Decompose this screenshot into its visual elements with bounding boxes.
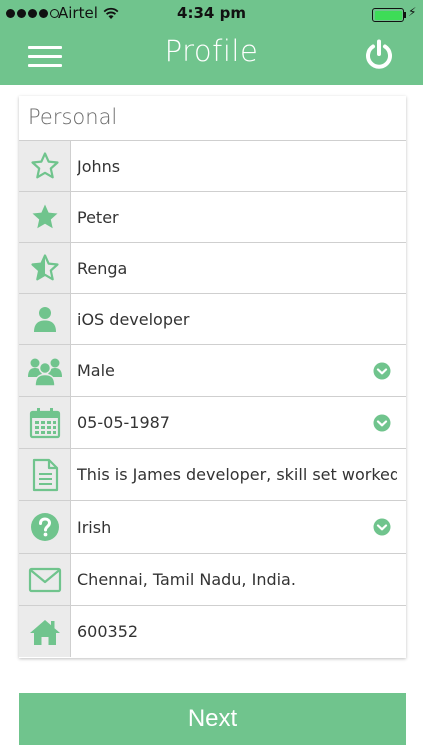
field-value[interactable]: Chennai, Tamil Nadu, India. bbox=[77, 554, 397, 605]
field-value[interactable]: Peter bbox=[77, 192, 397, 242]
status-time: 4:34 pm bbox=[177, 4, 246, 22]
field-row[interactable]: Johns bbox=[19, 140, 406, 191]
document-icon bbox=[19, 449, 71, 500]
field-row[interactable]: This is James developer, skill set worke… bbox=[19, 448, 406, 500]
next-button[interactable]: Next bbox=[19, 693, 406, 745]
field-value[interactable]: Male bbox=[77, 345, 397, 396]
field-value[interactable]: Johns bbox=[77, 141, 397, 191]
question-circle-icon bbox=[19, 501, 71, 553]
page-title: Profile bbox=[164, 34, 259, 68]
field-row[interactable]: Chennai, Tamil Nadu, India. bbox=[19, 553, 406, 605]
person-icon bbox=[19, 294, 71, 344]
field-row[interactable]: Irish bbox=[19, 500, 406, 553]
battery-cap bbox=[404, 12, 406, 18]
chevron-down-icon[interactable] bbox=[373, 362, 391, 380]
field-row[interactable]: 05-05-1987 bbox=[19, 396, 406, 448]
field-value[interactable]: Irish bbox=[77, 501, 397, 553]
field-row[interactable]: Renga bbox=[19, 242, 406, 293]
power-icon[interactable] bbox=[362, 38, 396, 72]
calendar-icon bbox=[19, 397, 71, 448]
section-title: Personal bbox=[28, 105, 118, 129]
charging-bolt-icon: ⚡ bbox=[408, 5, 417, 19]
field-value[interactable]: Renga bbox=[77, 243, 397, 293]
status-bar: Airtel 4:34 pm ⚡ bbox=[0, 0, 423, 28]
home-icon bbox=[19, 606, 71, 657]
star-outline-icon bbox=[19, 141, 71, 191]
mail-icon bbox=[19, 554, 71, 605]
personal-card: Personal Johns Peter Renga iOS developer Mal… bbox=[19, 96, 406, 658]
field-value[interactable]: This is James developer, skill set worke… bbox=[77, 449, 397, 500]
star-filled-icon bbox=[19, 192, 71, 242]
field-row[interactable]: Male bbox=[19, 344, 406, 396]
field-value[interactable]: 600352 bbox=[77, 606, 397, 657]
people-group-icon bbox=[19, 345, 71, 396]
field-row[interactable]: Peter bbox=[19, 191, 406, 242]
field-row[interactable]: iOS developer bbox=[19, 293, 406, 344]
chevron-down-icon[interactable] bbox=[373, 414, 391, 432]
battery-icon bbox=[372, 8, 404, 22]
field-value[interactable]: iOS developer bbox=[77, 294, 397, 344]
star-half-icon bbox=[19, 243, 71, 293]
field-value[interactable]: 05-05-1987 bbox=[77, 397, 397, 448]
field-row[interactable]: 600352 bbox=[19, 605, 406, 657]
chevron-down-icon[interactable] bbox=[373, 518, 391, 536]
nav-bar: Profile bbox=[0, 28, 423, 85]
